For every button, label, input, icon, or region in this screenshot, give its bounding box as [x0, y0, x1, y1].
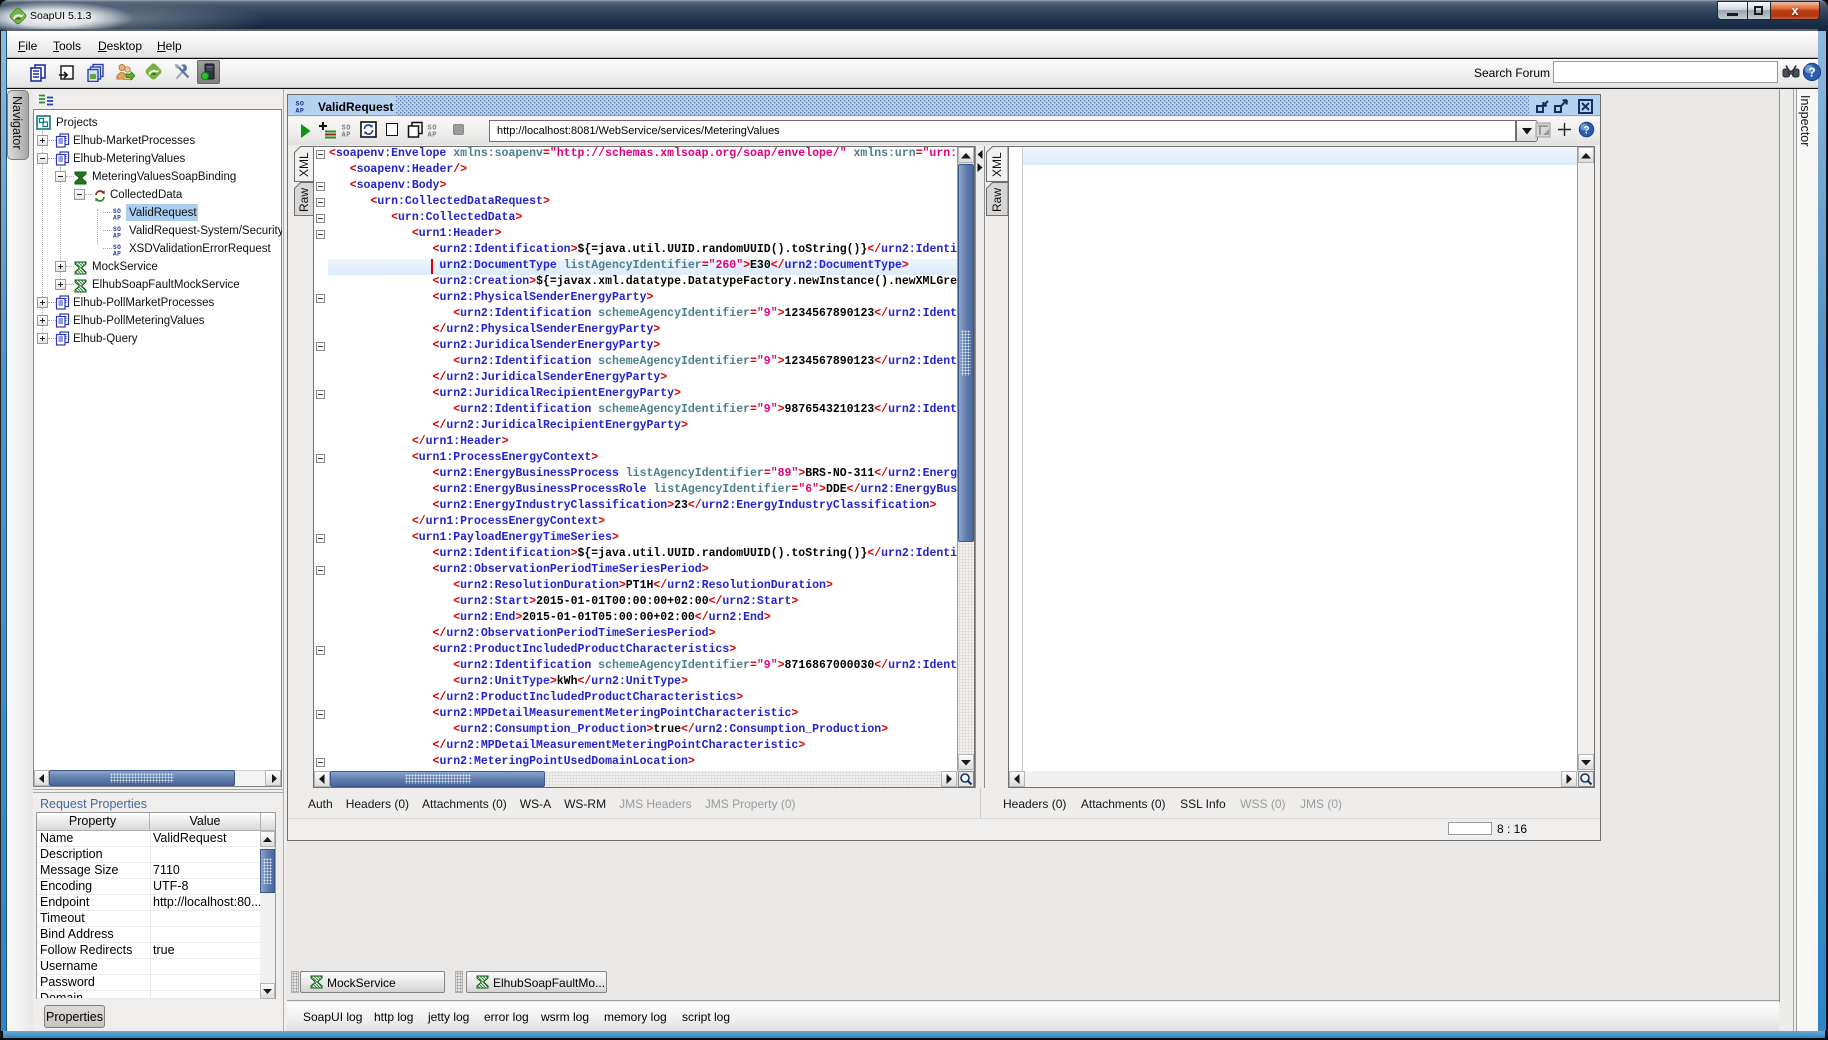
svg-text:AP: AP: [113, 233, 121, 240]
svg-text:?: ?: [1583, 124, 1589, 136]
svg-text:AP: AP: [428, 132, 437, 138]
svg-text:AP: AP: [296, 106, 305, 114]
svg-text:AP: AP: [342, 132, 351, 138]
svg-text:AP: AP: [113, 215, 121, 222]
svg-text:?: ?: [1808, 66, 1816, 80]
svg-text:AP: AP: [113, 251, 121, 258]
